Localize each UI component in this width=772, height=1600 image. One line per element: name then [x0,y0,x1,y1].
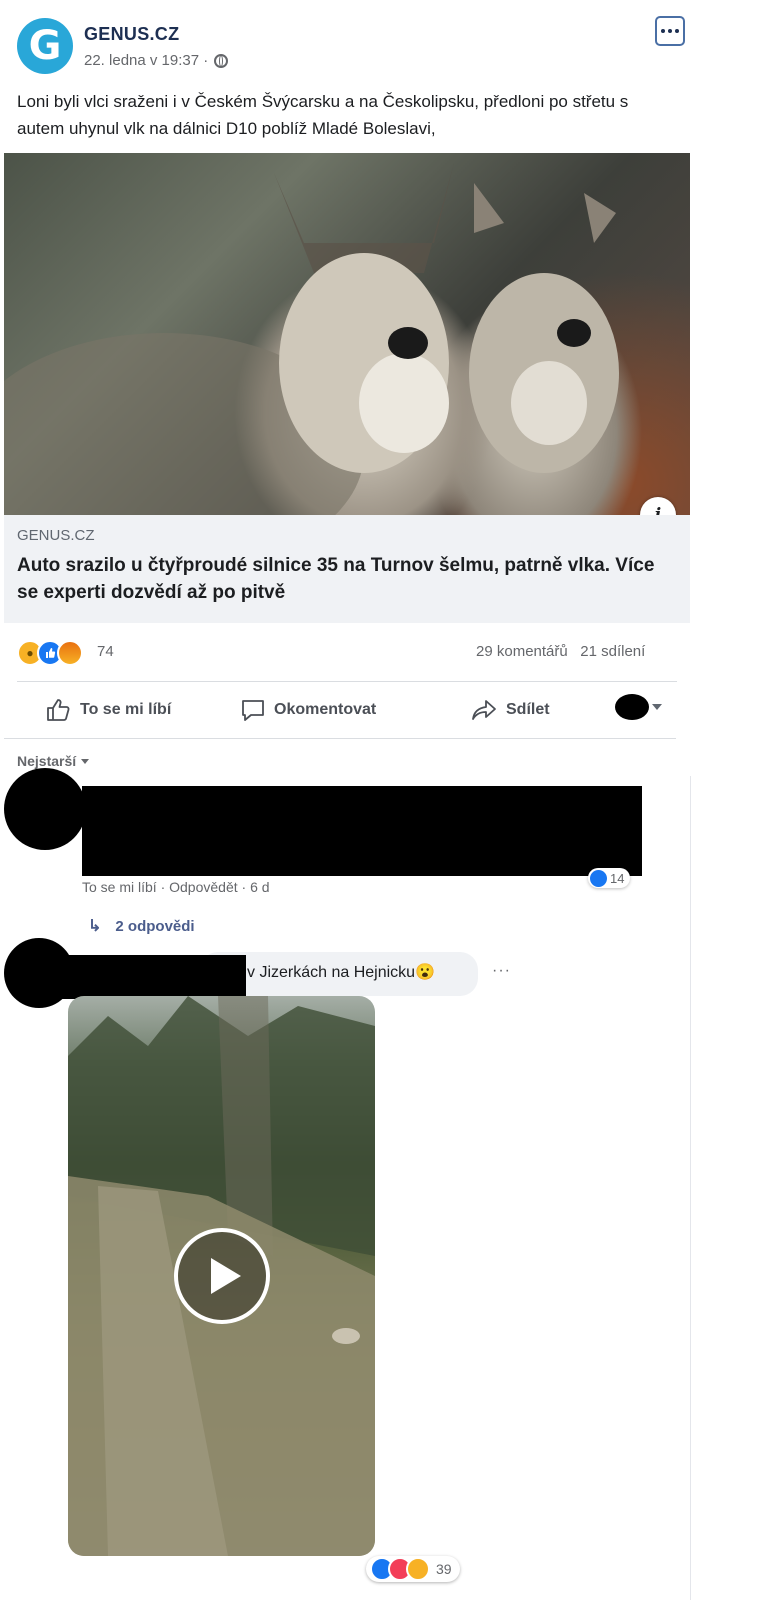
reaction-count[interactable]: 74 [97,643,114,660]
like-reaction-icon [590,869,607,887]
link-title[interactable]: Auto srazilo u čtyřproudé silnice 35 na … [17,552,677,606]
play-icon [211,1258,241,1294]
like-button[interactable]: To se mi líbí [46,698,171,722]
comments-count[interactable]: 29 komentářů [476,643,568,660]
divider [4,738,676,739]
share-label: Sdílet [506,701,550,718]
divider [17,681,677,682]
link-preview-image[interactable] [4,153,690,515]
video-reaction-count: 39 [436,1561,452,1577]
caret-down-icon [81,758,90,764]
redacted-comment [82,786,642,876]
comment-label: Okomentovat [274,701,377,718]
wolves-image [4,163,619,515]
reaction-icons[interactable]: ● [17,640,83,666]
comment-button[interactable]: Okomentovat [240,698,376,722]
post-meta: 22. ledna v 19:37 · [84,52,229,69]
angry-reaction-icon [57,640,83,666]
caret-down-icon [652,704,662,710]
comment-text: v Jizerkách na Hejnicku😮 [247,964,435,981]
wow-reaction-icon [406,1557,430,1581]
page-name[interactable]: GENUS.CZ [84,24,179,45]
divider [690,776,691,1600]
video-reaction-badge[interactable]: 39 [366,1556,460,1582]
play-button[interactable] [174,1228,270,1324]
share-icon [472,700,496,720]
comment-actions[interactable]: To se mi líbí · Odpovědět · 6 d [82,879,270,895]
logo-letter: G [28,23,62,69]
thumbs-up-icon [47,699,70,721]
view-replies-link[interactable]: ↳ 2 odpovědi [88,916,195,936]
comment-icon [242,700,264,721]
sort-label: Nejstarší [17,753,77,769]
page-avatar[interactable]: G [17,18,73,74]
link-domain: GENUS.CZ [17,527,95,544]
replies-label: 2 odpovědi [115,917,195,935]
share-button[interactable]: Sdílet [470,698,550,722]
post-text: Loni byli vlci sraženi i v Českém Švýcar… [17,92,629,138]
post-options-button[interactable] [655,16,685,46]
globe-icon [214,53,229,68]
commenter-avatar[interactable] [4,768,86,850]
redacted-name [60,955,246,999]
shares-count[interactable]: 21 sdílení [580,643,645,660]
comment-reaction-count: 14 [610,870,625,886]
audience-selector[interactable] [615,694,662,720]
comment-reaction-badge[interactable]: 14 [588,868,631,888]
reply-arrow-icon: ↳ [88,918,102,935]
comment-sort-dropdown[interactable]: Nejstarší [17,753,90,769]
post-timestamp[interactable]: 22. ledna v 19:37 · [84,52,208,69]
post-stats: 29 komentářů 21 sdílení [476,643,645,660]
like-label: To se mi líbí [80,701,172,718]
audience-avatar [615,694,649,720]
comment-options-button[interactable]: ··· [492,962,511,980]
